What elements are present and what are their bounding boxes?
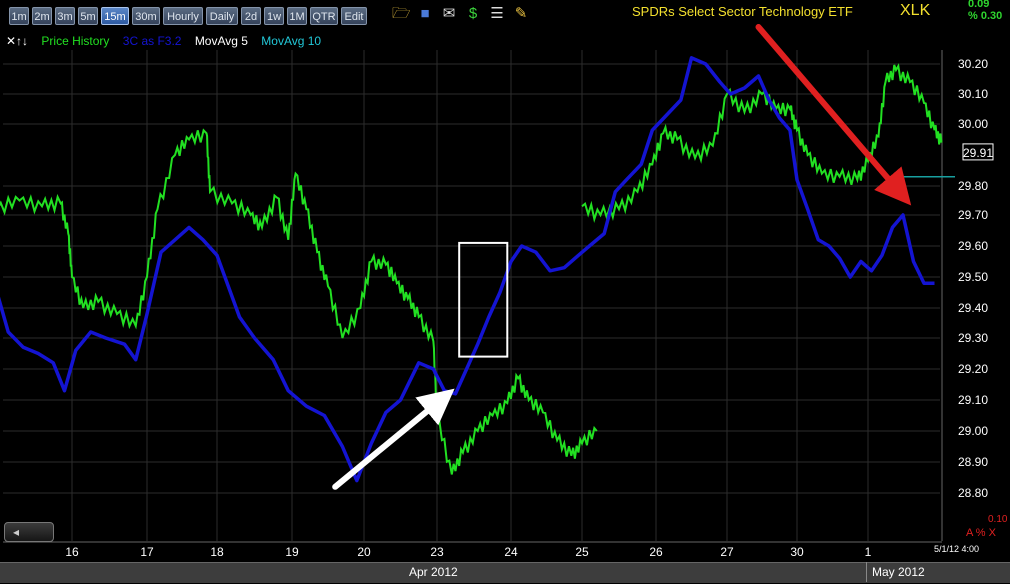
x-tick-label: 30 (790, 545, 804, 559)
x-tick-label: 1 (865, 545, 872, 559)
y-tick-label: 29.50 (958, 270, 988, 284)
x-tick-label: 27 (720, 545, 734, 559)
last-price-label: 29.91 (963, 146, 993, 160)
price-line-segment (581, 63, 943, 223)
y-tick-label: 29.20 (958, 362, 988, 376)
scroll-left-button[interactable]: ◂ (4, 522, 54, 542)
y-tick-label: 29.30 (958, 331, 988, 345)
month-label-may: May 2012 (872, 565, 925, 579)
x-tick-label: 24 (504, 545, 518, 559)
scale-value: 0.10 (988, 514, 1008, 525)
last-bar-date: 5/1/12 4:00 (934, 544, 980, 554)
month-label-apr: Apr 2012 (409, 565, 458, 579)
y-tick-label: 30.00 (958, 117, 988, 131)
x-tick-label: 25 (575, 545, 589, 559)
y-tick-label: 29.80 (958, 179, 988, 193)
month-divider (866, 562, 867, 582)
x-tick-label: 18 (210, 545, 224, 559)
y-tick-label: 29.60 (958, 239, 988, 253)
y-tick-label: 28.80 (958, 486, 988, 500)
x-tick-label: 26 (649, 545, 663, 559)
price-chart: 30.20 30.10 30.00 29.80 29.70 29.60 29.50 29.40… (0, 24, 994, 559)
x-tick-label: 23 (430, 545, 444, 559)
x-tick-label: 19 (285, 545, 299, 559)
y-tick-label: 29.40 (958, 301, 988, 315)
y-tick-label: 29.70 (958, 208, 988, 222)
x-tick-label: 20 (357, 545, 371, 559)
y-tick-label: 29.00 (958, 424, 988, 438)
white-trend-arrow (332, 388, 455, 490)
x-tick-label: 16 (65, 545, 79, 559)
y-tick-label: 28.90 (958, 455, 988, 469)
x-tick-label: 17 (140, 545, 154, 559)
highlight-box (458, 241, 509, 358)
y-tick-label: 30.20 (958, 57, 988, 71)
time-axis-bar (0, 562, 1010, 583)
y-tick-label: 30.10 (958, 87, 988, 101)
y-tick-label: 29.10 (958, 393, 988, 407)
scale-controls[interactable]: A % X (966, 527, 996, 539)
